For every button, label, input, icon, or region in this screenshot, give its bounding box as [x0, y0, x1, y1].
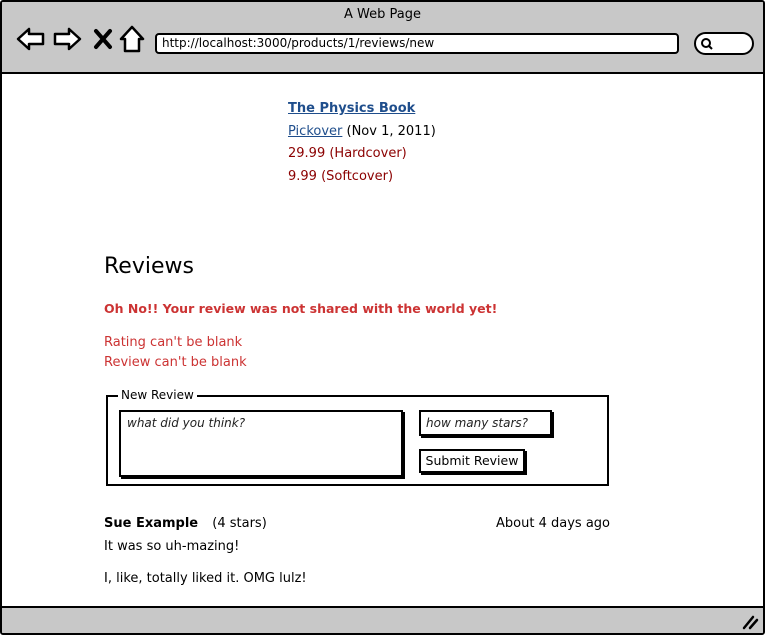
browser-toolbar: A Web Page http://localhost:3000/product…	[2, 2, 763, 74]
product-date: (Nov 1, 2011)	[346, 123, 436, 139]
new-review-form: New Review what did you think? how many …	[106, 387, 609, 486]
product-info: The Physics Book Pickover (Nov 1, 2011) …	[288, 98, 436, 188]
home-icon[interactable]	[117, 24, 147, 54]
page-content: The Physics Book Pickover (Nov 1, 2011) …	[2, 74, 763, 606]
new-review-legend: New Review	[118, 387, 197, 403]
reviews-heading: Reviews	[104, 254, 194, 279]
product-title-link[interactable]: The Physics Book	[288, 101, 415, 116]
window-title: A Web Page	[344, 7, 421, 22]
review-author: Sue Example	[104, 516, 199, 531]
review-text-line: I, like, totally liked it. OMG lulz!	[104, 571, 307, 586]
price-hardcover: 29.99 (Hardcover)	[288, 146, 407, 161]
back-arrow-icon[interactable]	[16, 24, 46, 54]
browser-window: A Web Page http://localhost:3000/product…	[0, 0, 765, 635]
search-icon	[701, 38, 713, 50]
review-rating: (4 stars)	[212, 516, 267, 531]
price-softcover: 9.99 (Softcover)	[288, 168, 394, 184]
submit-review-button[interactable]: Submit Review	[419, 449, 525, 473]
forward-arrow-icon[interactable]	[52, 24, 82, 54]
error-rating-blank: Rating can't be blank	[104, 335, 243, 350]
validation-errors: Rating can't be blank Review can't be bl…	[104, 333, 247, 373]
review-textarea[interactable]: what did you think?	[119, 410, 403, 477]
product-author-link[interactable]: Pickover	[288, 124, 342, 139]
stars-input[interactable]: how many stars?	[419, 410, 552, 436]
url-bar[interactable]: http://localhost:3000/products/1/reviews…	[155, 33, 679, 54]
resize-grip-icon[interactable]	[741, 614, 759, 630]
error-review-blank: Review can't be blank	[104, 355, 247, 370]
close-x-icon[interactable]	[88, 24, 118, 54]
browser-search-box[interactable]	[694, 32, 754, 55]
review-date: About 4 days ago	[496, 516, 610, 531]
review-item: Sue Example (4 stars) About 4 days ago I…	[104, 516, 610, 586]
review-text-line: It was so uh-mazing!	[104, 539, 240, 554]
status-bar	[2, 606, 763, 633]
flash-error-message: Oh No!! Your review was not shared with …	[104, 301, 498, 316]
